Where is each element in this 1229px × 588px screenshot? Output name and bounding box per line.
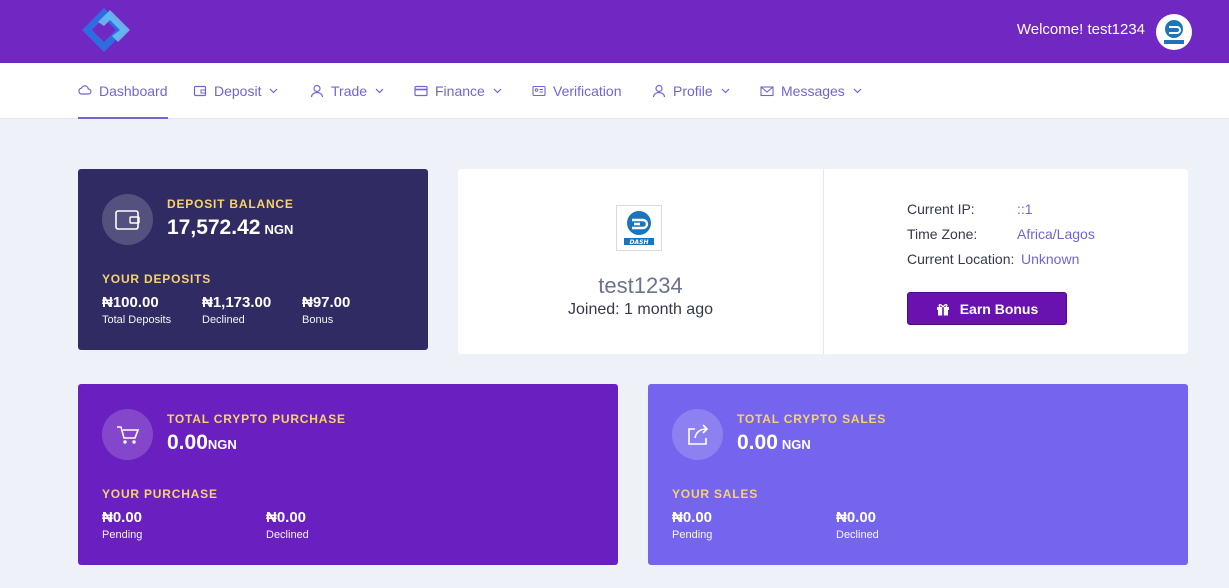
user-icon — [652, 84, 666, 98]
wallet-icon — [193, 85, 207, 97]
deposit-balance-amount: 17,572.42 NGN — [167, 216, 293, 240]
nav-trade[interactable]: Trade — [310, 63, 384, 119]
svg-text:DASH: DASH — [630, 239, 649, 246]
stat-value: ₦0.00 — [266, 509, 307, 526]
nav-verification-label: Verification — [553, 83, 622, 99]
brand-logo-icon[interactable] — [78, 8, 132, 52]
nav-dashboard-label: Dashboard — [99, 83, 168, 99]
nav-profile[interactable]: Profile — [652, 63, 730, 119]
deposit-balance-title: DEPOSIT BALANCE — [167, 197, 294, 211]
profile-username: test1234 — [598, 273, 683, 298]
nav-trade-label: Trade — [331, 83, 368, 99]
deposit-stat-declined: ₦1,173.00 Declined — [202, 294, 271, 326]
purchase-stat-declined: ₦0.00 Declined — [266, 509, 309, 541]
divider — [823, 169, 824, 354]
stat-label: Declined — [836, 529, 879, 541]
your-sales-title: YOUR SALES — [672, 487, 759, 501]
share-icon — [672, 409, 723, 460]
chevron-down-icon — [270, 88, 278, 94]
stat-value: ₦0.00 — [836, 509, 877, 526]
avatar[interactable] — [1156, 14, 1192, 50]
stat-label: Pending — [102, 529, 143, 541]
earn-bonus-label: Earn Bonus — [959, 300, 1039, 317]
sales-stat-declined: ₦0.00 Declined — [836, 509, 879, 541]
stat-value: ₦0.00 — [102, 509, 143, 526]
credit-card-icon — [414, 85, 428, 97]
welcome-text: Welcome! test1234 — [1016, 21, 1145, 38]
crypto-sales-title: TOTAL CRYPTO SALES — [737, 412, 887, 426]
chevron-down-icon — [853, 88, 862, 94]
location-value: Unknown — [1021, 251, 1080, 267]
timezone-label: Time Zone: — [907, 226, 978, 242]
deposit-amount-value: 17,572.42 — [167, 216, 261, 239]
chevron-down-icon — [721, 88, 730, 94]
purchase-currency: NGN — [207, 437, 237, 452]
deposit-stat-total: ₦100.00 Total Deposits — [102, 294, 171, 326]
deposit-stat-bonus: ₦97.00 Bonus — [302, 294, 350, 326]
crypto-purchase-title: TOTAL CRYPTO PURCHASE — [167, 412, 346, 426]
wallet-icon — [102, 194, 153, 245]
chevron-down-icon — [493, 88, 502, 94]
crypto-sales-card: TOTAL CRYPTO SALES 0.00 NGN YOUR SALES ₦0… — [648, 384, 1188, 565]
profile-card: DASH test1234 Joined: 1 month ago Curren… — [458, 169, 1188, 354]
nav-deposit[interactable]: Deposit — [193, 63, 278, 119]
current-ip-label: Current IP: — [907, 201, 975, 217]
nav-verification[interactable]: Verification — [532, 63, 621, 119]
main-nav: Dashboard Deposit Trade Finance Verifica… — [0, 63, 1229, 119]
earn-bonus-button[interactable]: Earn Bonus — [907, 292, 1067, 325]
current-ip-value: ::1 — [1017, 201, 1033, 217]
purchase-amount-value: 0.00 — [167, 431, 208, 454]
your-deposits-title: YOUR DEPOSITS — [102, 272, 212, 286]
stat-label: Bonus — [302, 314, 334, 326]
user-icon — [310, 84, 324, 98]
location-label: Current Location: — [907, 251, 1015, 267]
stat-label: Pending — [672, 529, 713, 541]
crypto-purchase-amount: 0.00NGN — [167, 431, 237, 455]
shopping-cart-icon — [102, 409, 153, 460]
sales-amount-value: 0.00 — [737, 431, 778, 454]
stat-value: ₦0.00 — [672, 509, 713, 526]
sales-currency: NGN — [781, 437, 811, 452]
chevron-down-icon — [375, 88, 384, 94]
your-purchase-title: YOUR PURCHASE — [102, 487, 218, 501]
sales-stat-pending: ₦0.00 Pending — [672, 509, 712, 541]
deposit-currency: NGN — [264, 222, 294, 237]
stat-value: ₦1,173.00 — [202, 294, 272, 311]
stat-label: Total Deposits — [102, 314, 172, 326]
deposit-balance-card: DEPOSIT BALANCE 17,572.42 NGN YOUR DEPOSI… — [78, 169, 428, 350]
dash-logo-icon — [1164, 20, 1184, 44]
envelope-icon — [760, 86, 774, 97]
gift-icon — [936, 303, 949, 315]
stat-value: ₦97.00 — [302, 294, 351, 311]
nav-messages-label: Messages — [781, 83, 845, 99]
nav-finance[interactable]: Finance — [414, 63, 502, 119]
nav-dashboard[interactable]: Dashboard — [78, 63, 168, 119]
nav-profile-label: Profile — [673, 83, 713, 99]
crypto-sales-amount: 0.00 NGN — [737, 431, 811, 455]
crypto-purchase-card: TOTAL CRYPTO PURCHASE 0.00NGN YOUR PURCH… — [78, 384, 618, 565]
profile-joined: Joined: 1 month ago — [568, 301, 713, 318]
nav-messages[interactable]: Messages — [760, 63, 862, 119]
nav-finance-label: Finance — [435, 83, 485, 99]
stat-label: Declined — [266, 529, 309, 541]
top-bar: Welcome! test1234 — [0, 0, 1229, 63]
timezone-value: Africa/Lagos — [1017, 226, 1095, 242]
dash-logo-icon: DASH — [624, 211, 654, 246]
nav-deposit-label: Deposit — [214, 83, 262, 99]
profile-avatar: DASH — [616, 205, 662, 251]
stat-label: Declined — [202, 314, 245, 326]
stat-value: ₦100.00 — [102, 294, 159, 311]
purchase-stat-pending: ₦0.00 Pending — [102, 509, 142, 541]
cloud-icon — [78, 85, 92, 95]
id-card-icon — [532, 85, 546, 97]
